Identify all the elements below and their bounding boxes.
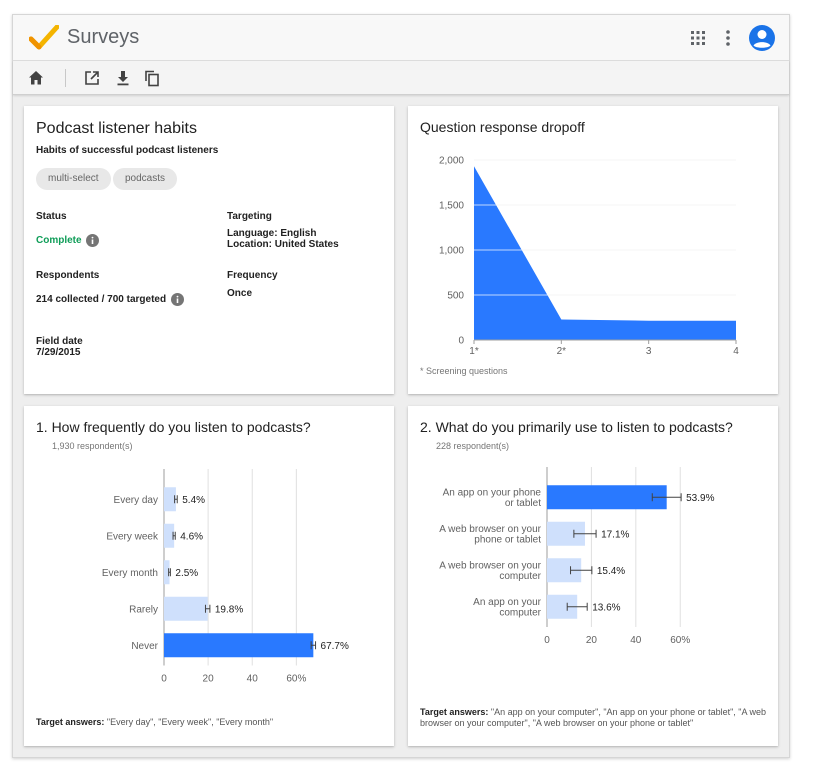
info-icon[interactable] xyxy=(171,293,184,306)
field-date-label: Field date xyxy=(36,336,83,347)
question-2-bar-chart: An app on your phoneor tablet 53.9% A web … xyxy=(439,467,715,646)
dropoff-area-chart: 0 500 1,000 1,500 2,000 1* 2* 3 4 xyxy=(439,156,739,358)
x-tick-label: 40 xyxy=(630,635,642,646)
question-1-card: 1. How frequently do you listen to podca… xyxy=(24,406,394,746)
category-label: Never xyxy=(131,641,158,652)
value-label: 19.8% xyxy=(215,604,243,615)
question-1-title: 1. How frequently do you listen to podca… xyxy=(36,419,311,435)
frequency-value: Once xyxy=(227,288,253,299)
question-1-target-answers: Target answers: "Every day", "Every week… xyxy=(36,717,382,728)
app-title: Surveys xyxy=(67,26,140,48)
answer-bar xyxy=(547,485,667,510)
x-tick-label: 60% xyxy=(670,635,690,646)
survey-subtitle: Habits of successful podcast listeners xyxy=(36,145,219,156)
x-tick-label: 40 xyxy=(247,674,259,685)
toolbar-divider xyxy=(65,69,66,87)
target-answers-label: Target answers: xyxy=(36,717,105,727)
answer-bar xyxy=(164,633,314,658)
y-tick-label: 1,000 xyxy=(439,246,464,257)
value-label: 17.1% xyxy=(601,529,629,540)
targeting-location: Location: United States xyxy=(227,239,339,250)
category-label: computer xyxy=(499,571,541,582)
value-label: 53.9% xyxy=(686,493,714,504)
survey-summary-card: Podcast listener habits Habits of succes… xyxy=(24,106,394,394)
x-tick-label: 60% xyxy=(286,674,306,685)
category-label: Every week xyxy=(106,531,159,542)
respondents-value: 214 collected / 700 targeted xyxy=(36,294,167,305)
tag-chip[interactable]: podcasts xyxy=(113,168,178,190)
question-2-respondents: 228 respondent(s) xyxy=(436,441,510,451)
open-external-icon[interactable] xyxy=(83,69,101,87)
account-icon[interactable] xyxy=(748,24,776,52)
x-tick-label: 4 xyxy=(733,346,739,357)
value-label: 13.6% xyxy=(592,602,620,613)
dropoff-area xyxy=(474,166,736,340)
answer-bar xyxy=(164,596,208,621)
category-label: phone or tablet xyxy=(474,535,541,546)
y-tick-label: 1,500 xyxy=(439,201,464,212)
target-answers-values: "Every day", "Every week", "Every month" xyxy=(106,717,274,727)
frequency-label: Frequency xyxy=(227,270,278,281)
question-2-title: 2. What do you primarily use to listen t… xyxy=(420,419,733,435)
x-tick-label: 0 xyxy=(161,674,167,685)
question-1-respondents: 1,930 respondent(s) xyxy=(52,441,133,451)
field-date-value: 7/29/2015 xyxy=(36,347,81,358)
question-2-card: 2. What do you primarily use to listen t… xyxy=(408,406,778,746)
screening-footnote: * Screening questions xyxy=(420,366,508,376)
value-label: 4.6% xyxy=(180,531,203,542)
x-tick-label: 0 xyxy=(544,635,550,646)
apps-grid-icon[interactable] xyxy=(688,28,708,48)
status-label: Status xyxy=(36,211,67,222)
category-label: Rarely xyxy=(129,604,158,615)
category-label: computer xyxy=(499,608,541,619)
value-label: 15.4% xyxy=(597,566,625,577)
category-label: Every day xyxy=(114,495,158,506)
dropoff-title: Question response dropoff xyxy=(420,119,585,135)
x-tick-label: 2* xyxy=(557,346,567,357)
respondents-label: Respondents xyxy=(36,270,100,281)
category-label: An app on your phone xyxy=(443,488,542,499)
tag-chip[interactable]: multi-select xyxy=(36,168,111,190)
y-tick-label: 500 xyxy=(447,291,464,302)
x-tick-label: 3 xyxy=(646,346,652,357)
x-tick-label: 1* xyxy=(469,346,479,357)
x-tick-label: 20 xyxy=(586,635,598,646)
survey-title: Podcast listener habits xyxy=(36,120,197,137)
y-tick-label: 0 xyxy=(458,336,464,347)
home-icon[interactable] xyxy=(27,69,45,87)
copy-icon[interactable] xyxy=(143,69,161,87)
surveys-checkmark-logo xyxy=(29,25,59,50)
x-tick-label: 20 xyxy=(203,674,215,685)
targeting-label: Targeting xyxy=(227,211,272,222)
value-label: 67.7% xyxy=(321,641,349,652)
category-label: An app on your xyxy=(473,597,541,608)
status-value: Complete xyxy=(36,235,82,246)
targeting-language: Language: English xyxy=(227,228,317,239)
response-dropoff-card: Question response dropoff 0 500 1,000 1,500… xyxy=(408,106,778,394)
value-label: 2.5% xyxy=(175,568,198,579)
value-label: 5.4% xyxy=(182,495,205,506)
download-icon[interactable] xyxy=(114,69,132,87)
category-label: A web browser on your xyxy=(439,524,541,535)
y-tick-label: 2,000 xyxy=(439,156,464,167)
question-2-target-answers: Target answers: "An app on your computer… xyxy=(420,707,770,729)
app-bar: Surveys xyxy=(13,15,789,61)
more-vert-icon[interactable] xyxy=(718,28,738,48)
category-label: or tablet xyxy=(505,498,541,509)
category-label: A web browser on your xyxy=(439,561,541,572)
question-1-bar-chart: Every day 5.4% Every week 4.6% Every month 2.… xyxy=(102,469,349,685)
info-icon[interactable] xyxy=(86,234,99,247)
category-label: Every month xyxy=(102,568,158,579)
survey-toolbar xyxy=(13,61,789,95)
target-answers-label: Target answers: xyxy=(420,707,489,717)
